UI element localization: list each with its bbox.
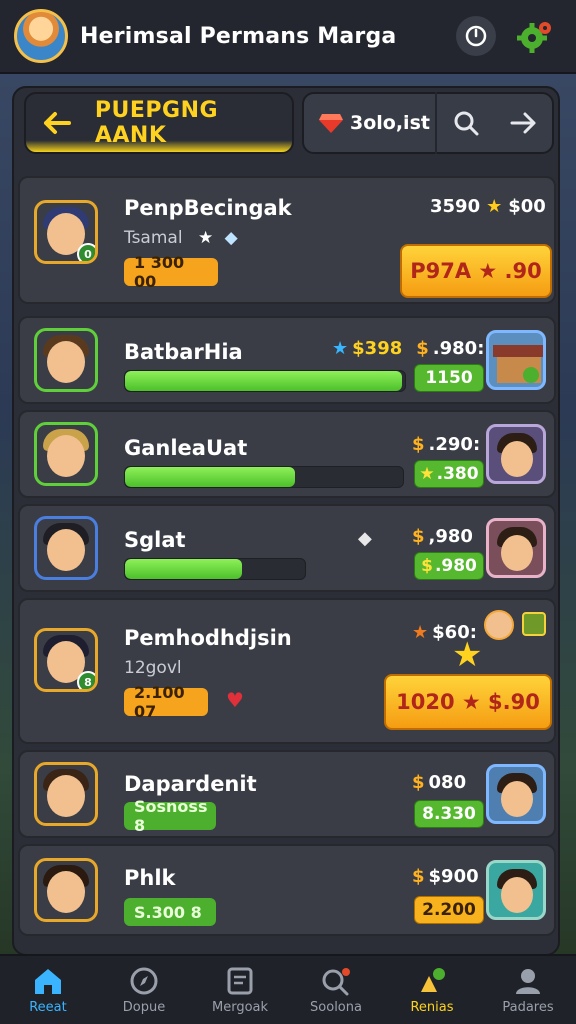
progress-fill bbox=[125, 371, 403, 391]
shield-icon[interactable] bbox=[522, 612, 546, 636]
collect-button[interactable]: 2.200 bbox=[414, 896, 484, 924]
character-thumbnail[interactable] bbox=[486, 518, 546, 578]
star-icon: ★ bbox=[332, 338, 349, 359]
character-thumbnail[interactable] bbox=[486, 764, 546, 824]
collect-button[interactable]: $ .980 bbox=[414, 552, 484, 580]
price-line: $ .290: bbox=[412, 434, 481, 455]
item-subtitle: Tsamal ★ ◆ bbox=[124, 228, 238, 248]
nav-label: Mergoak bbox=[211, 999, 269, 1015]
diamond-icon: ◆ bbox=[358, 528, 372, 549]
progress-bar bbox=[124, 370, 406, 392]
nav-item-discover[interactable]: Dopue bbox=[96, 956, 192, 1024]
rewards-icon bbox=[421, 967, 445, 992]
arrow-right-icon bbox=[510, 112, 536, 134]
timer-button[interactable] bbox=[456, 16, 496, 56]
character-portrait bbox=[34, 762, 98, 826]
nav-item-rewards[interactable]: Renias bbox=[384, 956, 480, 1024]
tools-bar: 3olo,ist bbox=[302, 92, 554, 154]
price-line: $ ,980 bbox=[412, 526, 473, 547]
price-tag: 1 300 00 bbox=[124, 253, 218, 291]
progress-fill bbox=[125, 467, 295, 487]
character-portrait: 8 bbox=[34, 628, 98, 692]
price-tag: Sosnoss 8 bbox=[124, 797, 216, 835]
search-icon bbox=[454, 111, 479, 136]
diamond-icon: ◆ bbox=[224, 228, 238, 248]
search-badge-icon bbox=[322, 967, 350, 995]
list-item[interactable]: Dapardenit Sosnoss 8 $ 080 8.330 bbox=[18, 750, 556, 838]
avatar[interactable] bbox=[14, 9, 68, 63]
character-portrait bbox=[34, 328, 98, 392]
star-icon: ★ bbox=[197, 228, 214, 248]
document-icon bbox=[227, 967, 253, 994]
gem-counter[interactable]: 3olo,ist bbox=[318, 112, 435, 134]
star-icon: ★ bbox=[486, 196, 503, 217]
settings-button[interactable] bbox=[514, 14, 558, 58]
progress-bar bbox=[124, 558, 306, 580]
top-bar: Herimsal Permans Marga bbox=[0, 0, 576, 74]
buy-button[interactable]: P97A ★ .90 bbox=[400, 244, 552, 298]
profile-icon bbox=[516, 968, 540, 994]
forward-button[interactable] bbox=[495, 92, 553, 154]
heart-icon: ♥ bbox=[226, 688, 244, 712]
bottom-nav: Reeat Dopue Mergoak Soolona Renias Padar… bbox=[0, 954, 576, 1024]
price-line: 3590 ★ $00 bbox=[430, 196, 546, 217]
item-name: Sglat bbox=[124, 528, 186, 552]
gem-icon bbox=[319, 114, 343, 133]
character-badge[interactable] bbox=[484, 610, 514, 640]
compass-icon bbox=[130, 967, 158, 994]
panel-header: PUEPGNG AANK 3olo,ist bbox=[24, 92, 554, 158]
star-icon: ★ bbox=[452, 635, 483, 675]
character-portrait: 0 bbox=[34, 200, 98, 264]
price-tag: 2.100 07 bbox=[124, 683, 208, 721]
nav-item-search[interactable]: Soolona bbox=[288, 956, 384, 1024]
list-item[interactable]: Sglat ◆ $ ,980 $ .980 bbox=[18, 504, 556, 592]
collect-button[interactable]: ★ .380 bbox=[414, 460, 484, 488]
list-item[interactable]: 8 Pemhodhdjsin 12govl 2.100 07 ♥ ★ $60: … bbox=[18, 598, 556, 744]
nav-label: Dopue bbox=[122, 999, 166, 1015]
app-title: Herimsal Permans Marga bbox=[80, 23, 397, 49]
character-portrait bbox=[34, 422, 98, 486]
collect-button[interactable]: 1150 bbox=[414, 364, 484, 392]
item-name: Pemhodhdjsin bbox=[124, 626, 292, 650]
nav-label: Reeat bbox=[29, 999, 67, 1015]
home-icon bbox=[35, 968, 61, 994]
item-name: PenpBecingak bbox=[124, 196, 292, 220]
item-subtitle: 12govl bbox=[124, 658, 182, 678]
character-thumbnail[interactable] bbox=[486, 424, 546, 484]
character-thumbnail[interactable] bbox=[486, 860, 546, 920]
buy-button[interactable]: 1020 ★ $.90 bbox=[384, 674, 552, 730]
nav-item-messages[interactable]: Mergoak bbox=[192, 956, 288, 1024]
gem-value: 3olo,ist bbox=[350, 112, 430, 134]
timer-icon bbox=[465, 25, 487, 47]
nav-label: Renias bbox=[410, 999, 454, 1015]
list-item[interactable]: BatbarHia ★ $398 $ .980: 1150 bbox=[18, 316, 556, 404]
arrow-left-icon bbox=[44, 112, 71, 134]
price-line: $ $900 bbox=[412, 866, 479, 887]
list-item[interactable]: GanleaUat $ .290: ★ .380 bbox=[18, 410, 556, 498]
collect-button[interactable]: 8.330 bbox=[414, 800, 484, 828]
character-portrait bbox=[34, 858, 98, 922]
section-title: PUEPGNG AANK bbox=[94, 98, 219, 148]
search-button[interactable] bbox=[437, 92, 495, 154]
building-thumbnail[interactable] bbox=[486, 330, 546, 390]
nav-item-profile[interactable]: Padares bbox=[480, 956, 576, 1024]
list-item[interactable]: Phlk S.300 8 $ $900 2.200 bbox=[18, 844, 556, 936]
item-name: Dapardenit bbox=[124, 772, 257, 796]
item-name: BatbarHia bbox=[124, 340, 243, 364]
progress-fill bbox=[125, 559, 242, 579]
main-panel: PUEPGNG AANK 3olo,ist 0 PenpBecingak Tsa… bbox=[12, 86, 560, 956]
nav-item-home[interactable]: Reeat bbox=[0, 956, 96, 1024]
price-line: ★ $398 $ .980: bbox=[332, 338, 485, 359]
item-name: Phlk bbox=[124, 866, 176, 890]
nav-label: Soolona bbox=[310, 999, 362, 1015]
list-item[interactable]: 0 PenpBecingak Tsamal ★ ◆ 1 300 00 3590 … bbox=[18, 176, 556, 304]
progress-bar bbox=[124, 466, 404, 488]
price-line: $ 080 bbox=[412, 772, 467, 793]
character-portrait bbox=[34, 516, 98, 580]
back-button[interactable]: PUEPGNG AANK bbox=[24, 92, 294, 154]
gear-icon bbox=[517, 22, 551, 53]
nav-label: Padares bbox=[502, 999, 554, 1015]
item-name: GanleaUat bbox=[124, 436, 248, 460]
price-tag: S.300 8 bbox=[124, 898, 216, 926]
